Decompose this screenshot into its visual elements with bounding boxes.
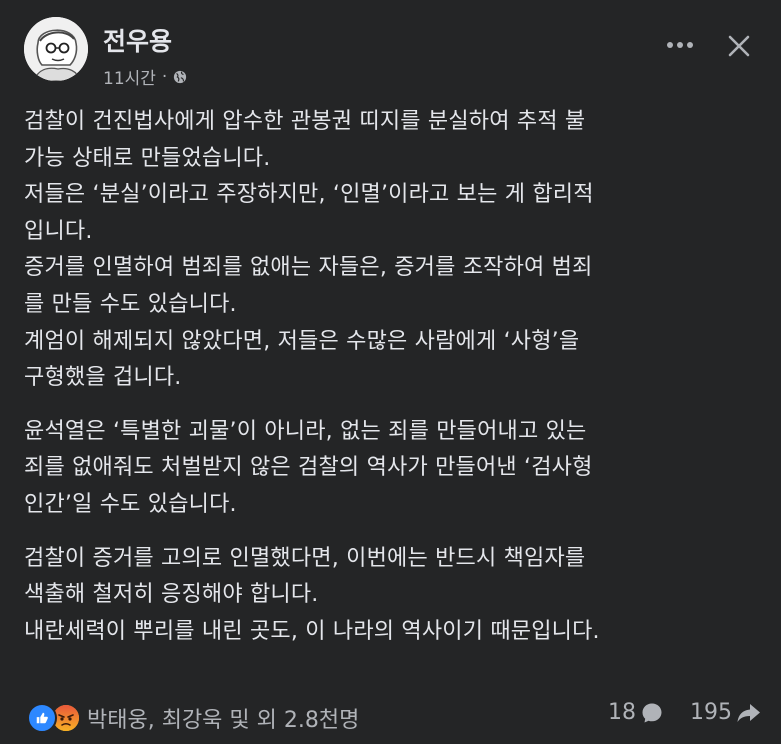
comments-count[interactable]: 18 xyxy=(608,700,664,725)
close-icon xyxy=(728,35,750,57)
text-line: 구형했을 겁니다. xyxy=(24,365,182,391)
text-line: 를 만들 수도 있습니다. xyxy=(24,291,237,317)
paragraph-3: 검찰이 증거를 고의로 인멸했다면, 이번에는 반드시 책임자를 색출해 철저히… xyxy=(24,541,764,651)
reactions-summary[interactable]: 박태웅, 최강욱 및 외 2.8천명 xyxy=(27,702,359,734)
reactions-text[interactable]: 박태웅, 최강욱 및 외 2.8천명 xyxy=(87,702,359,734)
post-footer: 박태웅, 최강욱 및 외 2.8천명 18 195 xyxy=(0,690,781,744)
text-line: 윤석열은 ‘특별한 괴물’이 아니라, 없는 죄를 만들어내고 있는 xyxy=(24,418,587,444)
post-time[interactable]: 11시간 xyxy=(103,64,156,89)
text-line: 색출해 철저히 응징해야 합니다. xyxy=(24,582,319,608)
share-count-text: 195 xyxy=(690,700,732,725)
comment-icon xyxy=(642,703,662,722)
close-button[interactable] xyxy=(719,26,759,66)
shares-count[interactable]: 195 xyxy=(690,700,762,725)
comment-count-text: 18 xyxy=(608,700,636,725)
text-line: 저들은 ‘분실’이라고 주장하지만, ‘인멸’이라고 보는 게 합리적 xyxy=(24,182,594,208)
post-header: 전우용 11시간 · xyxy=(0,0,781,100)
avatar[interactable] xyxy=(24,17,88,81)
text-line: 검찰이 건진법사에게 압수한 관봉권 띠지를 분실하여 추적 불 xyxy=(24,109,586,134)
meta-separator: · xyxy=(161,66,168,87)
post-meta: 11시간 · xyxy=(103,64,187,89)
share-icon xyxy=(737,703,760,722)
paragraph-1: 검찰이 건진법사에게 압수한 관봉권 띠지를 분실하여 추적 불 가능 상태로 … xyxy=(24,104,764,397)
like-reaction-icon xyxy=(27,703,57,733)
text-line: 내란세력이 뿌리를 내린 곳도, 이 나라의 역사이기 때문입니다. xyxy=(24,618,600,644)
text-line: 죄를 없애줘도 처벌받지 않은 검찰의 역사가 만들어낸 ‘검사형 xyxy=(24,455,593,481)
post-body: 검찰이 건진법사에게 압수한 관봉권 띠지를 분실하여 추적 불 가능 상태로 … xyxy=(24,104,764,667)
text-line: 가능 상태로 만들었습니다. xyxy=(24,145,271,171)
more-options-button[interactable] xyxy=(662,30,698,60)
text-line: 계엄이 해제되지 않았다면, 저들은 수많은 사람에게 ‘사형’을 xyxy=(24,328,580,354)
text-line: 검찰이 증거를 고의로 인멸했다면, 이번에는 반드시 책임자를 xyxy=(24,545,586,571)
text-line: 증거를 인멸하여 범죄를 없애는 자들은, 증거를 조작하여 범죄 xyxy=(24,255,593,281)
author-name[interactable]: 전우용 xyxy=(103,22,172,58)
paragraph-2: 윤석열은 ‘특별한 괴물’이 아니라, 없는 죄를 만들어내고 있는 죄를 없애… xyxy=(24,414,764,524)
text-line: 입니다. xyxy=(24,218,93,244)
globe-icon xyxy=(173,70,187,84)
text-line: 인간’일 수도 있습니다. xyxy=(24,491,237,517)
